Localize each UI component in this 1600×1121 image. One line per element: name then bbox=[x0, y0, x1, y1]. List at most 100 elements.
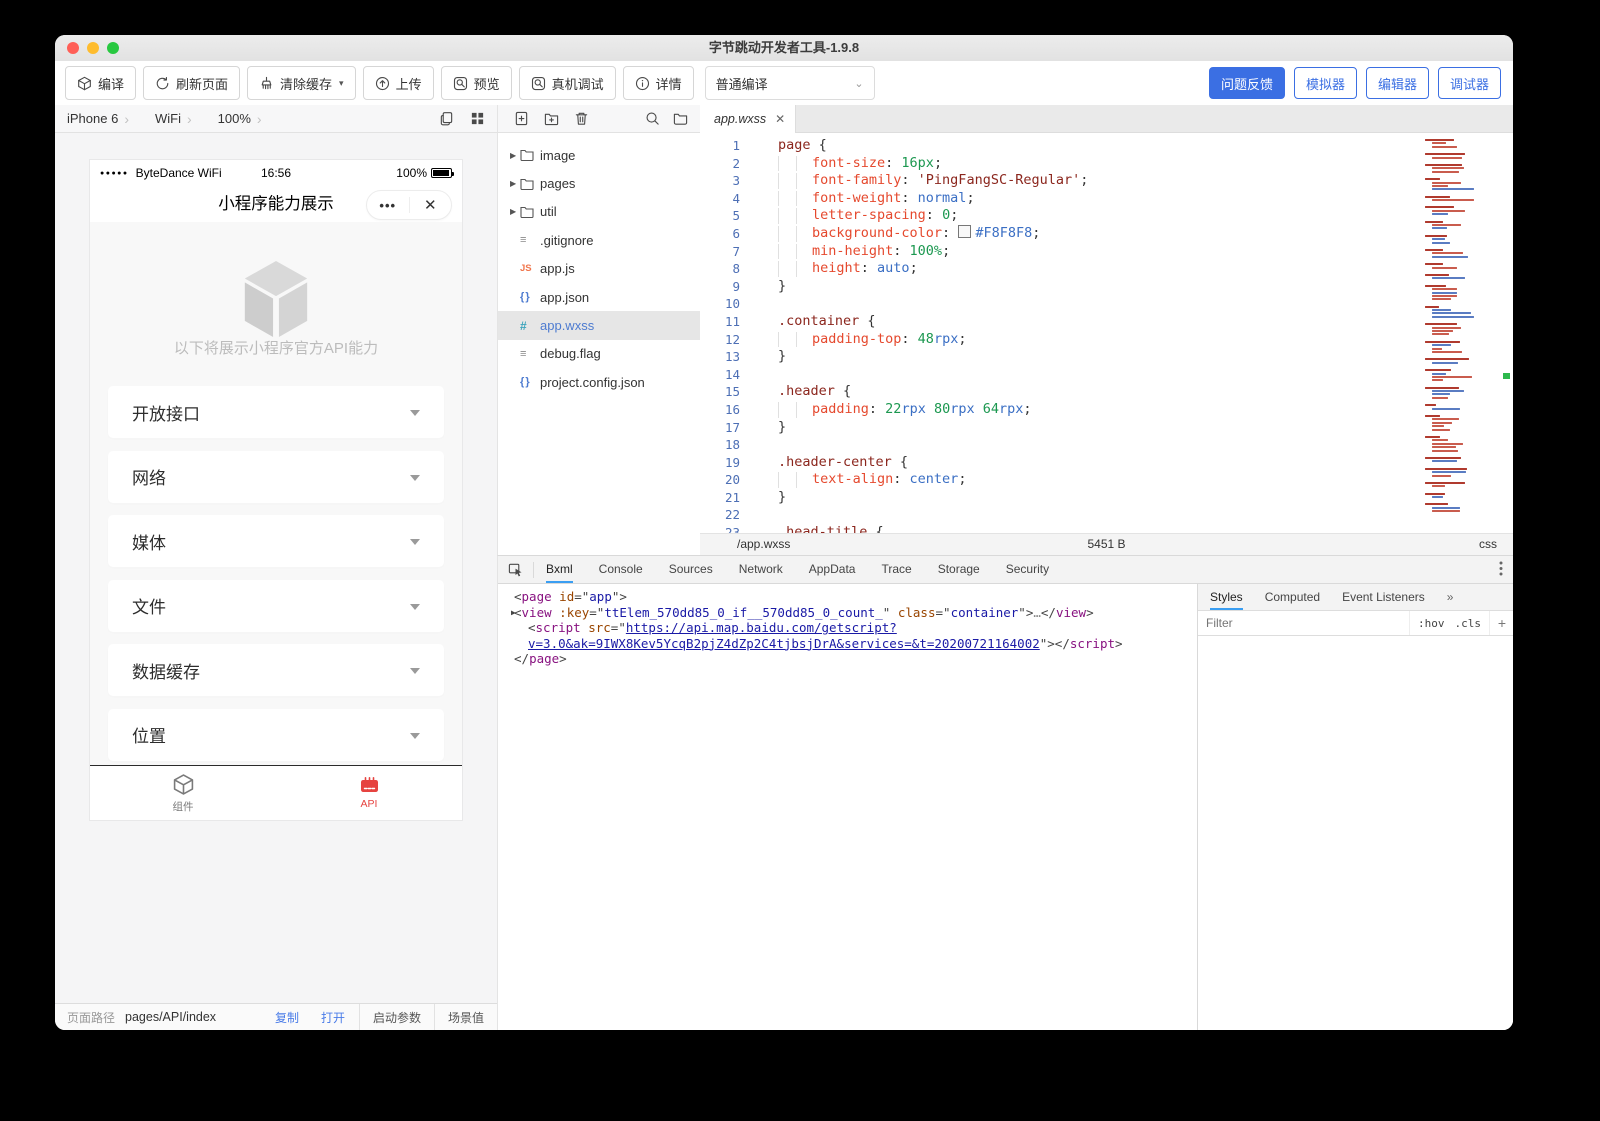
dom-node-line[interactable]: </page> bbox=[498, 651, 1197, 667]
open-path-link[interactable]: 打开 bbox=[321, 1009, 345, 1026]
launch-params-button[interactable]: 启动参数 bbox=[359, 1004, 434, 1030]
app-window: 字节跳动开发者工具-1.9.8 编译刷新页面清除缓存▾上传预览真机调试详情 普通… bbox=[55, 35, 1513, 1030]
miniapp-tab-api[interactable]: API bbox=[276, 766, 462, 820]
scene-value-button[interactable]: 场景值 bbox=[434, 1004, 497, 1030]
code-line: 1page { bbox=[700, 137, 1513, 155]
code-line: 6background-color: #F8F8F8; bbox=[700, 225, 1513, 243]
code-editor[interactable]: 1page {2font-size: 16px;3font-family: 'P… bbox=[700, 133, 1513, 533]
inspect-element-icon[interactable] bbox=[508, 562, 523, 577]
device-bar-zoom[interactable]: 100% bbox=[218, 111, 251, 126]
devtools-tab-bxml[interactable]: Bxml bbox=[546, 556, 573, 583]
devtools-tab-console[interactable]: Console bbox=[599, 556, 643, 583]
section-card-network[interactable]: 网络 bbox=[108, 451, 444, 503]
text-file-icon: ≡ bbox=[520, 348, 525, 360]
search-icon[interactable] bbox=[645, 111, 660, 126]
line-number: 20 bbox=[700, 471, 740, 489]
editor-tab-app-wxss[interactable]: app.wxss ✕ bbox=[700, 105, 796, 133]
toolbar-button-upload[interactable]: 上传 bbox=[363, 66, 434, 100]
miniapp-tab-label: 组件 bbox=[173, 799, 194, 814]
close-tab-icon[interactable]: ✕ bbox=[775, 112, 785, 126]
styles-sidebar-tabs: Styles Computed Event Listeners » bbox=[1198, 584, 1513, 611]
device-bar-network[interactable]: WiFi bbox=[155, 111, 181, 126]
more-vertical-icon[interactable] bbox=[1499, 561, 1503, 579]
editor-status-bar: /app.wxss 5451 B css bbox=[700, 533, 1513, 555]
feedback-button[interactable]: 问题反馈 bbox=[1209, 67, 1285, 99]
styles-tab-styles[interactable]: Styles bbox=[1210, 584, 1243, 610]
file-tree-item-pages[interactable]: ▶pages bbox=[498, 169, 700, 197]
file-tree-item-gitignore[interactable]: ≡.gitignore bbox=[498, 226, 700, 254]
expand-arrow-icon[interactable]: ▶ bbox=[510, 179, 520, 188]
file-tree-item-debug-flag[interactable]: ≡debug.flag bbox=[498, 340, 700, 368]
devtools-tab-sources[interactable]: Sources bbox=[669, 556, 713, 583]
grid-layout-icon[interactable] bbox=[470, 111, 485, 126]
new-file-icon[interactable] bbox=[514, 111, 529, 126]
folder-icon bbox=[520, 206, 540, 218]
dom-node-line[interactable]: <script src="https://api.map.baidu.com/g… bbox=[498, 620, 1197, 636]
copy-pages-icon[interactable] bbox=[439, 111, 454, 126]
debugger-button[interactable]: 调试器 bbox=[1438, 67, 1501, 99]
js-file-icon: JS bbox=[520, 263, 532, 274]
new-folder-icon[interactable] bbox=[544, 111, 559, 126]
miniapp-tab-components[interactable]: 组件 bbox=[90, 766, 276, 820]
more-menu-icon[interactable]: ••• bbox=[367, 198, 409, 213]
line-number: 6 bbox=[700, 225, 740, 243]
tree-toolbar-right bbox=[645, 111, 688, 126]
styles-tab-computed[interactable]: Computed bbox=[1265, 584, 1320, 610]
more-tabs-icon[interactable]: » bbox=[1447, 590, 1454, 604]
new-style-rule-button[interactable]: + bbox=[1489, 611, 1513, 635]
toggle-class-button[interactable]: .cls bbox=[1455, 617, 1482, 630]
expand-arrow-icon[interactable]: ▶ bbox=[510, 207, 520, 216]
code-lines: 1page {2font-size: 16px;3font-family: 'P… bbox=[700, 137, 1513, 533]
file-tree-item-app-wxss[interactable]: #app.wxss bbox=[498, 311, 700, 339]
device-bar-device[interactable]: iPhone 6 bbox=[67, 111, 118, 126]
editor-button[interactable]: 编辑器 bbox=[1366, 67, 1429, 99]
code-line: 13} bbox=[700, 348, 1513, 366]
section-card-open-api[interactable]: 开放接口 bbox=[108, 386, 444, 438]
file-tree-toolbar bbox=[497, 105, 700, 133]
styles-tab-event-listeners[interactable]: Event Listeners bbox=[1342, 584, 1425, 610]
expand-arrow-icon[interactable]: ▶ bbox=[510, 151, 520, 160]
devtools-tab-storage[interactable]: Storage bbox=[938, 556, 980, 583]
expand-arrow-icon[interactable]: ▶ bbox=[511, 605, 516, 621]
code-line: 17} bbox=[700, 419, 1513, 437]
dom-node-line[interactable]: ▶<view :key="ttElem_570dd85_0_if__570dd8… bbox=[498, 605, 1197, 621]
window-title: 字节跳动开发者工具-1.9.8 bbox=[55, 35, 1513, 61]
toolbar-right-group: 问题反馈模拟器编辑器调试器 bbox=[1209, 67, 1501, 99]
file-tree-item-util[interactable]: ▶util bbox=[498, 198, 700, 226]
toolbar-button-compile[interactable]: 编译 bbox=[65, 66, 136, 100]
open-folder-icon[interactable] bbox=[673, 111, 688, 126]
toolbar-button-refresh-page[interactable]: 刷新页面 bbox=[143, 66, 240, 100]
section-card-location[interactable]: 位置 bbox=[108, 709, 444, 761]
toolbar-button-device-debug[interactable]: 真机调试 bbox=[519, 66, 616, 100]
file-name: app.wxss bbox=[540, 318, 594, 333]
devtools-tab-security[interactable]: Security bbox=[1006, 556, 1049, 583]
compile-mode-select[interactable]: 普通编译 ⌄ bbox=[705, 66, 875, 100]
editor-minimap[interactable] bbox=[1425, 139, 1495, 518]
line-number: 4 bbox=[700, 190, 740, 208]
devtools-tab-trace[interactable]: Trace bbox=[881, 556, 911, 583]
simulator-button[interactable]: 模拟器 bbox=[1294, 67, 1357, 99]
toggle-hover-state-button[interactable]: :hov bbox=[1418, 617, 1445, 630]
devtools-tab-appdata[interactable]: AppData bbox=[809, 556, 856, 583]
file-tree-item-image[interactable]: ▶image bbox=[498, 141, 700, 169]
toolbar-button-clear-cache[interactable]: 清除缓存▾ bbox=[247, 66, 356, 100]
file-tree-item-app-js[interactable]: JSapp.js bbox=[498, 255, 700, 283]
copy-path-link[interactable]: 复制 bbox=[275, 1009, 299, 1026]
code-line: 5letter-spacing: 0; bbox=[700, 207, 1513, 225]
section-card-file[interactable]: 文件 bbox=[108, 580, 444, 632]
device-bar-icons bbox=[439, 111, 485, 126]
styles-filter-input[interactable] bbox=[1198, 611, 1409, 635]
devtools-tab-network[interactable]: Network bbox=[739, 556, 783, 583]
file-tree-item-app-json[interactable]: { }app.json bbox=[498, 283, 700, 311]
clear-cache-label: 清除缓存 bbox=[280, 74, 332, 93]
toolbar-button-preview[interactable]: 预览 bbox=[441, 66, 512, 100]
toolbar-button-details[interactable]: 详情 bbox=[623, 66, 694, 100]
devtools-body: <page id="app">▶<view :key="ttElem_570dd… bbox=[498, 584, 1513, 1030]
section-card-data-cache[interactable]: 数据缓存 bbox=[108, 644, 444, 696]
dom-node-line[interactable]: v=3.0&ak=9IWX8Kev5YcqB2pjZ4dZp2C4tjbsjDr… bbox=[498, 636, 1197, 652]
close-miniapp-icon[interactable]: ✕ bbox=[410, 196, 452, 214]
delete-icon[interactable] bbox=[574, 111, 589, 126]
dom-node-line[interactable]: <page id="app"> bbox=[498, 589, 1197, 605]
file-tree-item-project-config-json[interactable]: { }project.config.json bbox=[498, 368, 700, 396]
section-card-media[interactable]: 媒体 bbox=[108, 515, 444, 567]
